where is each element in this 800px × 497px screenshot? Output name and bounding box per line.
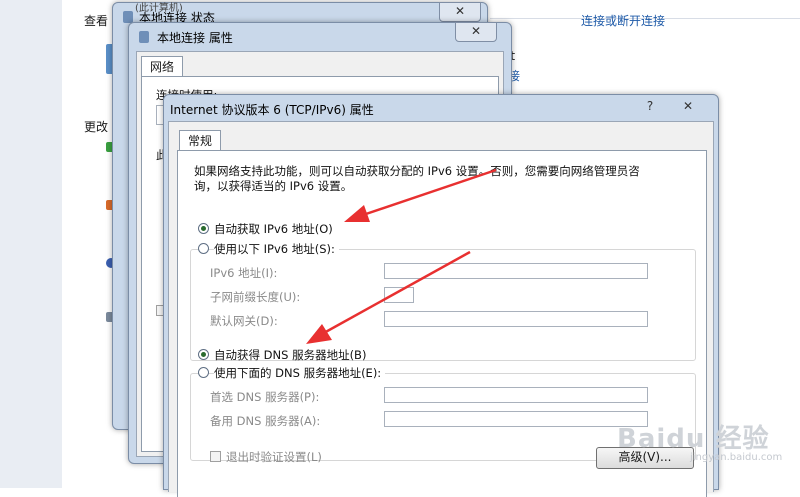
annotation-arrows [306, 168, 497, 344]
arrow-to-auto-ipv6 [344, 168, 497, 222]
baidu-watermark: Baidu 经验 [617, 424, 770, 454]
arrow-to-auto-dns [306, 250, 471, 344]
baidu-watermark-url: jingyan.baidu.com [690, 452, 783, 463]
